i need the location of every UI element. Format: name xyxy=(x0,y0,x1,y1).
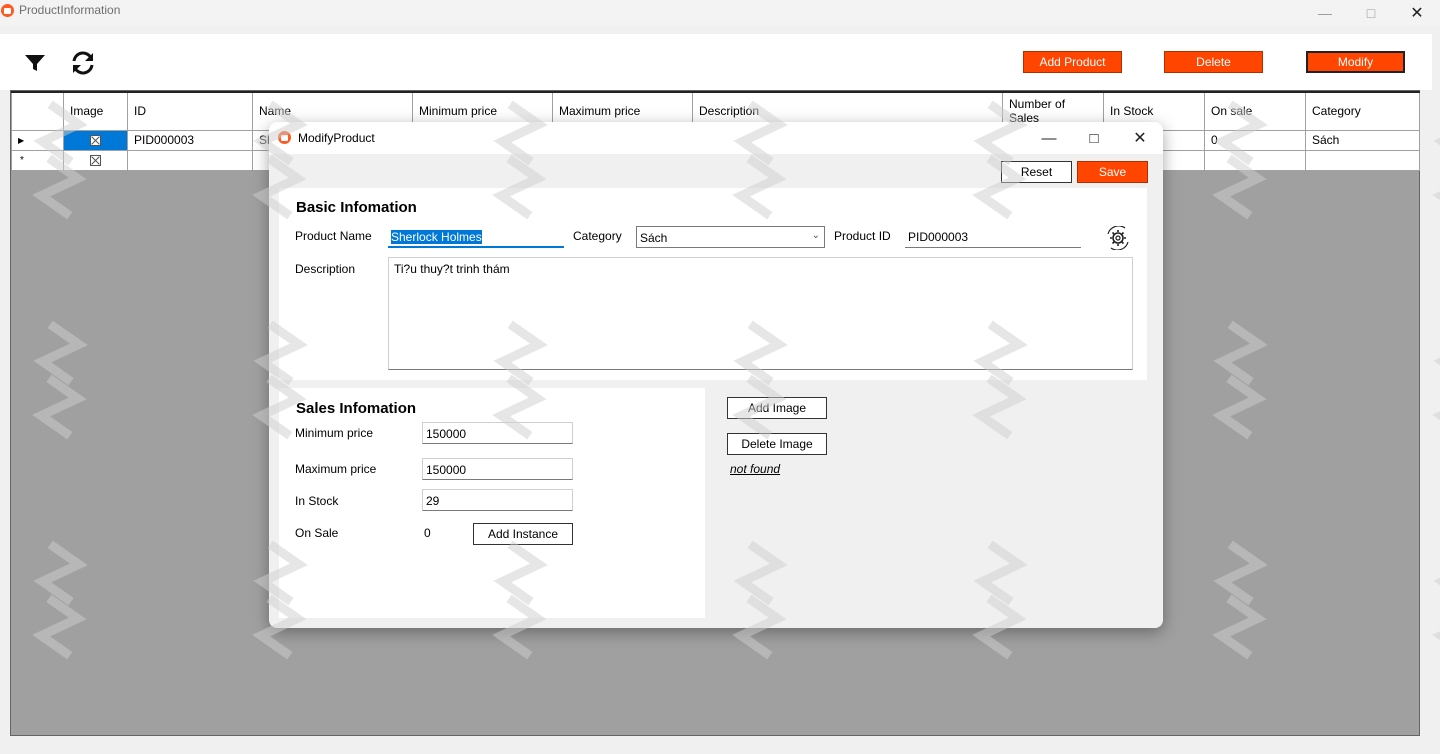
max-price-value: 150000 xyxy=(426,463,467,477)
main-titlebar: ProductInformation — □ ✕ xyxy=(0,0,1440,26)
category-label: Category xyxy=(573,229,622,243)
description-label: Description xyxy=(295,262,356,276)
product-id-value: PID000003 xyxy=(908,230,969,244)
category-cell[interactable] xyxy=(1305,149,1420,171)
broken-image-icon xyxy=(90,155,101,167)
id-cell[interactable] xyxy=(127,149,253,171)
on-sale-cell[interactable]: 0 xyxy=(1204,129,1306,151)
column-header-rowheader[interactable] xyxy=(11,91,64,131)
add-product-button[interactable]: Add Product xyxy=(1023,51,1122,73)
add-instance-button[interactable]: Add Instance xyxy=(473,523,573,545)
basic-info-panel: Basic Infomation Product Name Sherlock H… xyxy=(279,188,1147,380)
save-button[interactable]: Save xyxy=(1077,161,1148,183)
dialog-titlebar: ModifyProduct — □ ✕ xyxy=(269,122,1163,154)
window-title: ProductInformation xyxy=(19,3,121,17)
chevron-down-icon: ⌄ xyxy=(811,230,820,241)
category-cell[interactable]: Sách xyxy=(1305,129,1420,151)
id-cell[interactable]: PID000003 xyxy=(127,129,253,151)
toolbar: Add Product Delete Modify xyxy=(0,34,1432,90)
minimize-icon[interactable]: — xyxy=(1026,122,1072,154)
maximize-icon[interactable]: □ xyxy=(1348,0,1394,26)
max-price-input[interactable]: 150000 xyxy=(422,458,573,480)
min-price-input[interactable]: 150000 xyxy=(422,422,573,444)
min-price-label: Minimum price xyxy=(295,426,374,440)
refresh-icon[interactable] xyxy=(70,50,96,76)
description-value: Ti?u thuy?t trinh thám xyxy=(394,262,510,276)
row-selector[interactable]: * xyxy=(11,149,64,171)
filter-icon[interactable] xyxy=(22,50,48,76)
modify-product-dialog: ModifyProduct — □ ✕ Reset Save Basic Inf… xyxy=(269,122,1163,628)
max-price-label: Maximum price xyxy=(295,462,377,476)
category-select[interactable]: Sách ⌄ xyxy=(636,226,825,248)
broken-image-icon xyxy=(90,135,101,147)
in-stock-label: In Stock xyxy=(295,494,339,508)
product-name-input[interactable]: Sherlock Holmes xyxy=(388,226,564,248)
category-value: Sách xyxy=(640,231,668,245)
row-selector[interactable]: ▶ xyxy=(11,129,64,151)
sales-info-panel: Sales Infomation Minimum price 150000 Ma… xyxy=(279,388,705,618)
basic-info-title: Basic Infomation xyxy=(296,199,417,216)
sales-info-title: Sales Infomation xyxy=(296,400,417,417)
on-sale-cell[interactable] xyxy=(1204,149,1306,171)
app-icon xyxy=(1,4,14,17)
dialog-title: ModifyProduct xyxy=(298,131,375,145)
product-id-input[interactable]: PID000003 xyxy=(905,226,1081,248)
product-name-value: Sherlock Holmes xyxy=(391,230,482,244)
modify-button[interactable]: Modify xyxy=(1306,51,1405,73)
delete-button[interactable]: Delete xyxy=(1164,51,1263,73)
image-status-link[interactable]: not found xyxy=(730,462,780,476)
add-image-button[interactable]: Add Image xyxy=(727,397,827,419)
close-icon[interactable]: ✕ xyxy=(1394,0,1440,26)
delete-image-button[interactable]: Delete Image xyxy=(727,433,827,455)
column-header-image[interactable]: Image xyxy=(63,91,128,131)
description-textarea[interactable]: Ti?u thuy?t trinh thám xyxy=(388,257,1133,370)
close-icon[interactable]: ✕ xyxy=(1117,122,1163,154)
image-cell[interactable] xyxy=(63,149,128,171)
min-price-value: 150000 xyxy=(426,427,467,441)
app-icon xyxy=(278,131,291,144)
column-header-category[interactable]: Category xyxy=(1305,91,1420,131)
on-sale-value: 0 xyxy=(424,526,431,540)
image-cell[interactable] xyxy=(63,129,128,151)
gear-refresh-icon[interactable] xyxy=(1105,225,1131,251)
on-sale-label: On Sale xyxy=(295,526,339,540)
minimize-icon[interactable]: — xyxy=(1302,0,1348,26)
product-name-label: Product Name xyxy=(295,229,372,243)
in-stock-input[interactable]: 29 xyxy=(422,489,573,511)
column-header-id[interactable]: ID xyxy=(127,91,253,131)
product-id-label: Product ID xyxy=(834,229,891,243)
column-header-on-sale[interactable]: On sale xyxy=(1204,91,1306,131)
reset-button[interactable]: Reset xyxy=(1001,161,1072,183)
maximize-icon[interactable]: □ xyxy=(1071,122,1117,154)
in-stock-value: 29 xyxy=(426,494,440,508)
